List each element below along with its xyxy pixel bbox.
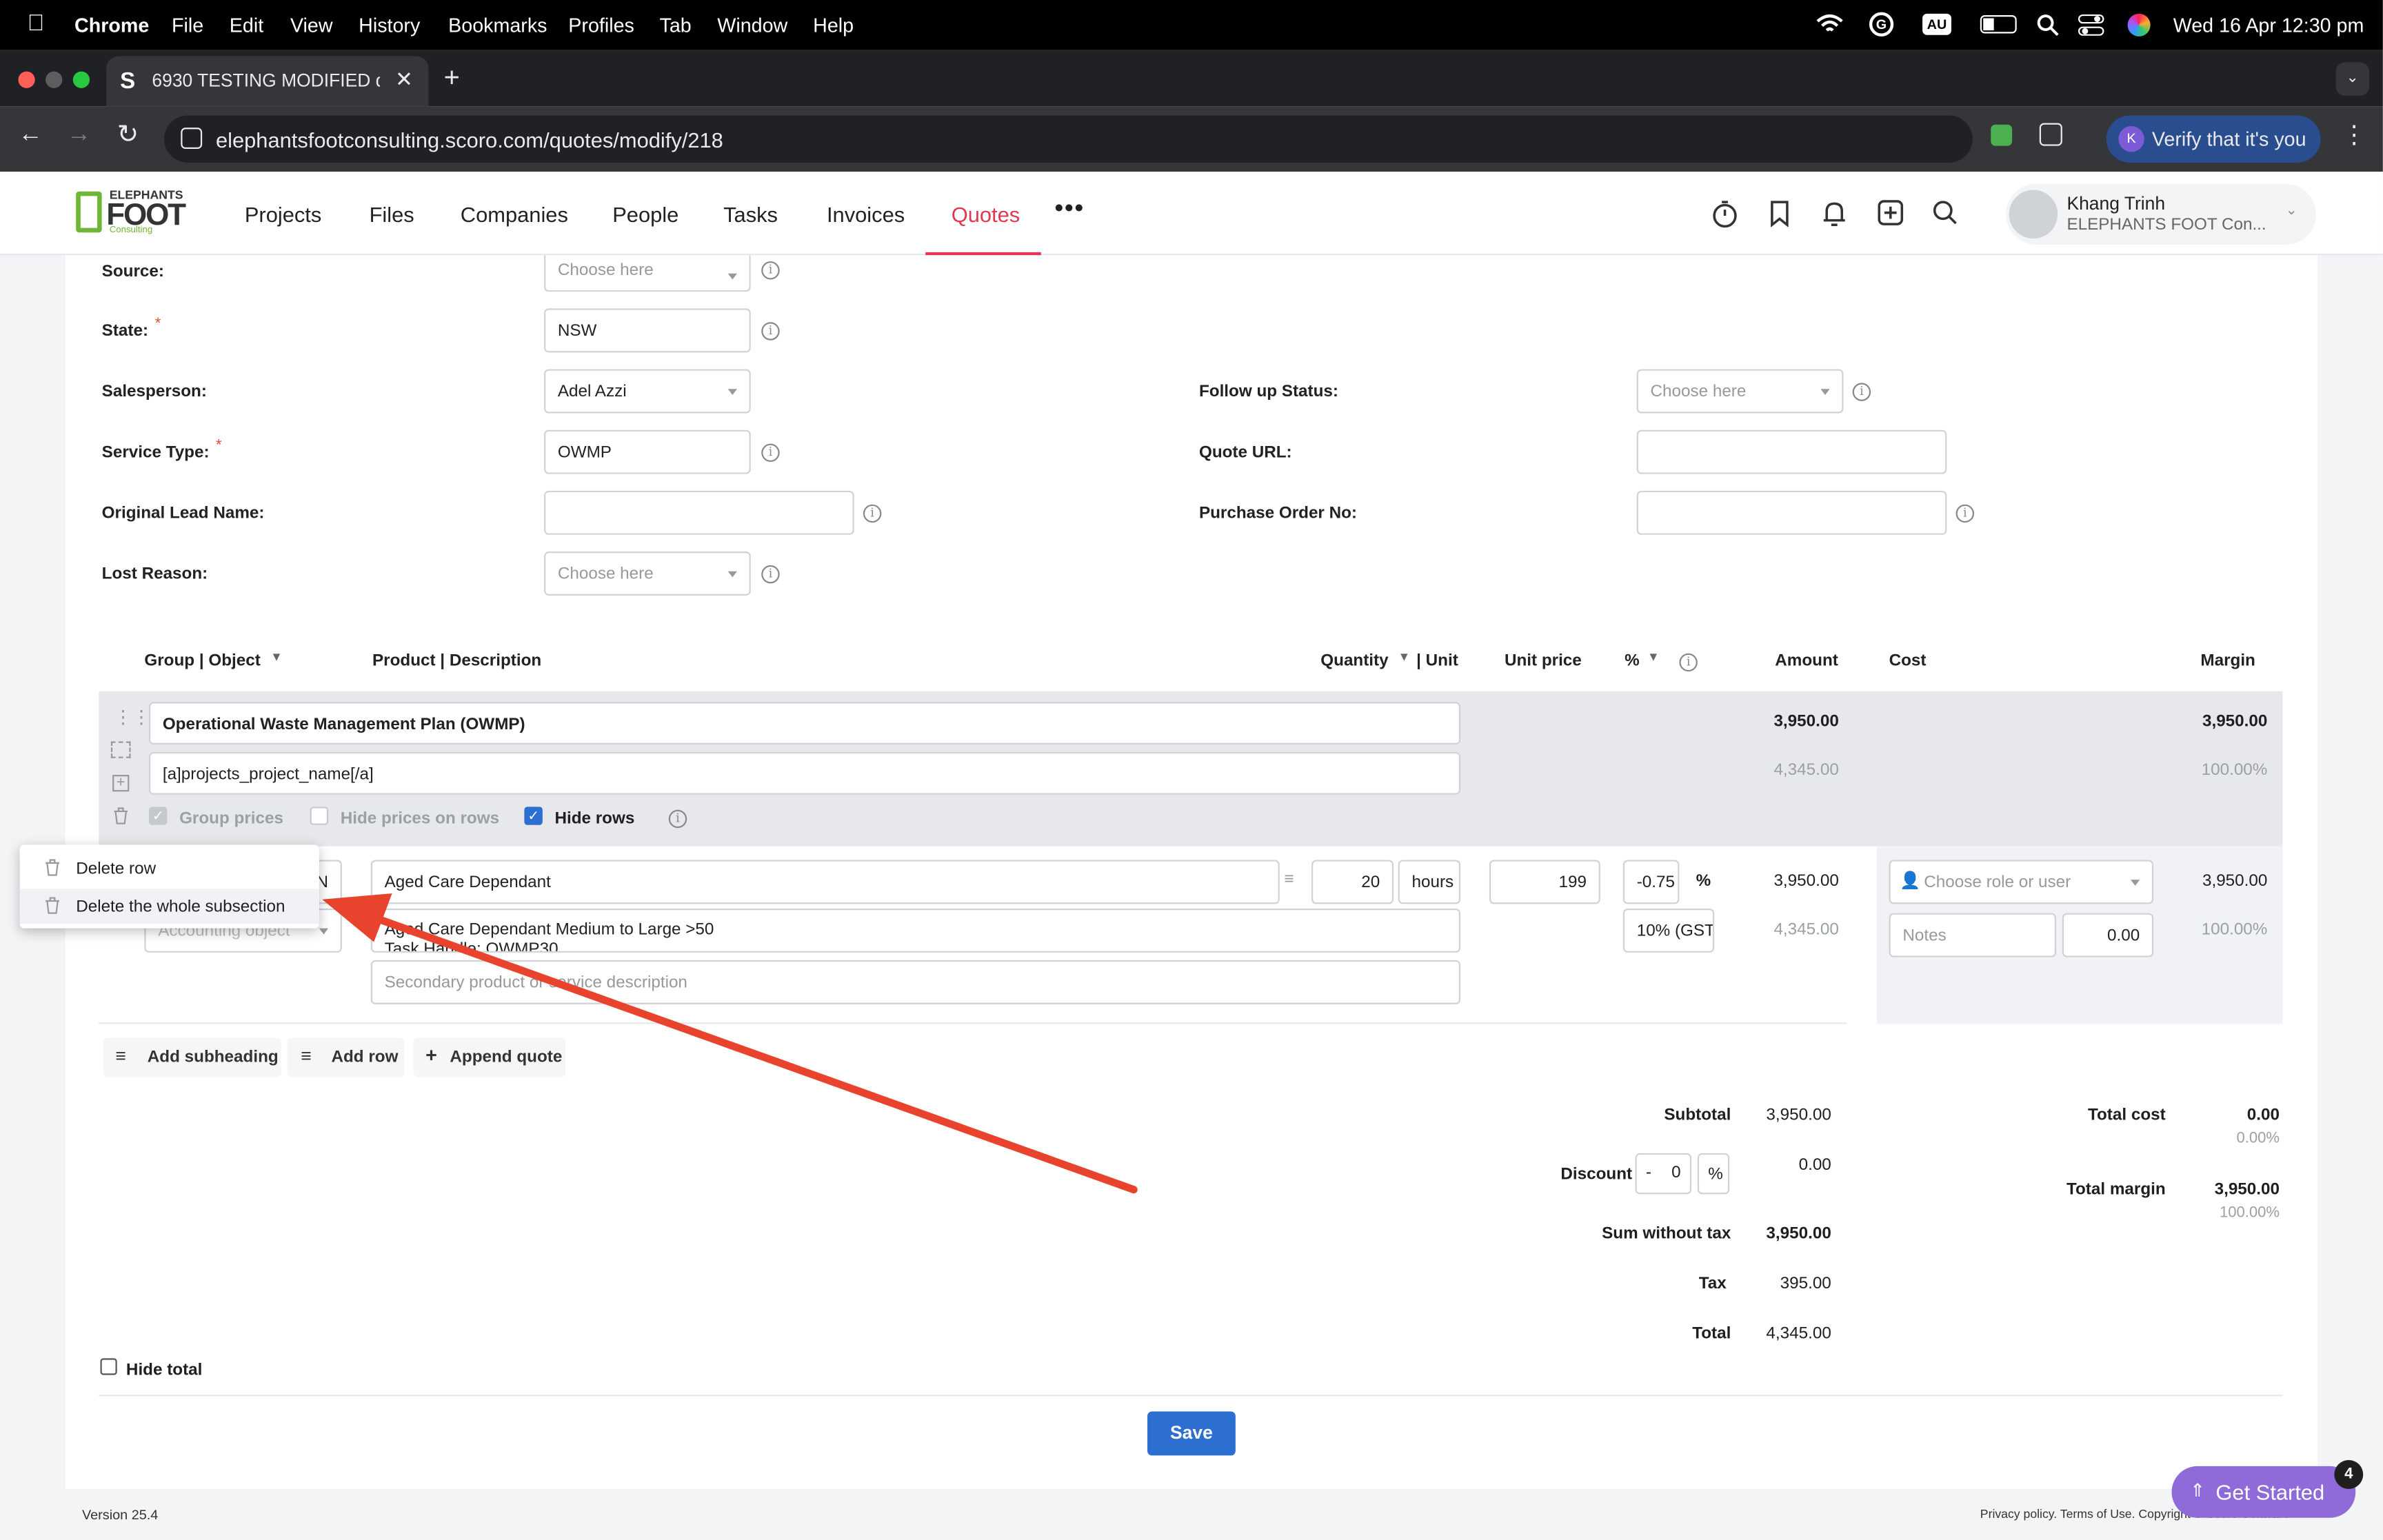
delete-row-menu-item[interactable]: Delete row: [20, 851, 319, 886]
row-context-menu: Delete row Delete the whole subsection: [19, 844, 319, 929]
screen:  Chrome File Edit View History Bookmark…: [0, 0, 2383, 1540]
trash-icon: [46, 859, 59, 876]
annotation-arrow: [322, 893, 1138, 1194]
delete-row-label: Delete row: [76, 860, 157, 878]
trash-icon: [46, 897, 59, 914]
delete-subsection-label: Delete the whole subsection: [76, 898, 285, 917]
delete-subsection-menu-item[interactable]: Delete the whole subsection: [19, 889, 319, 924]
